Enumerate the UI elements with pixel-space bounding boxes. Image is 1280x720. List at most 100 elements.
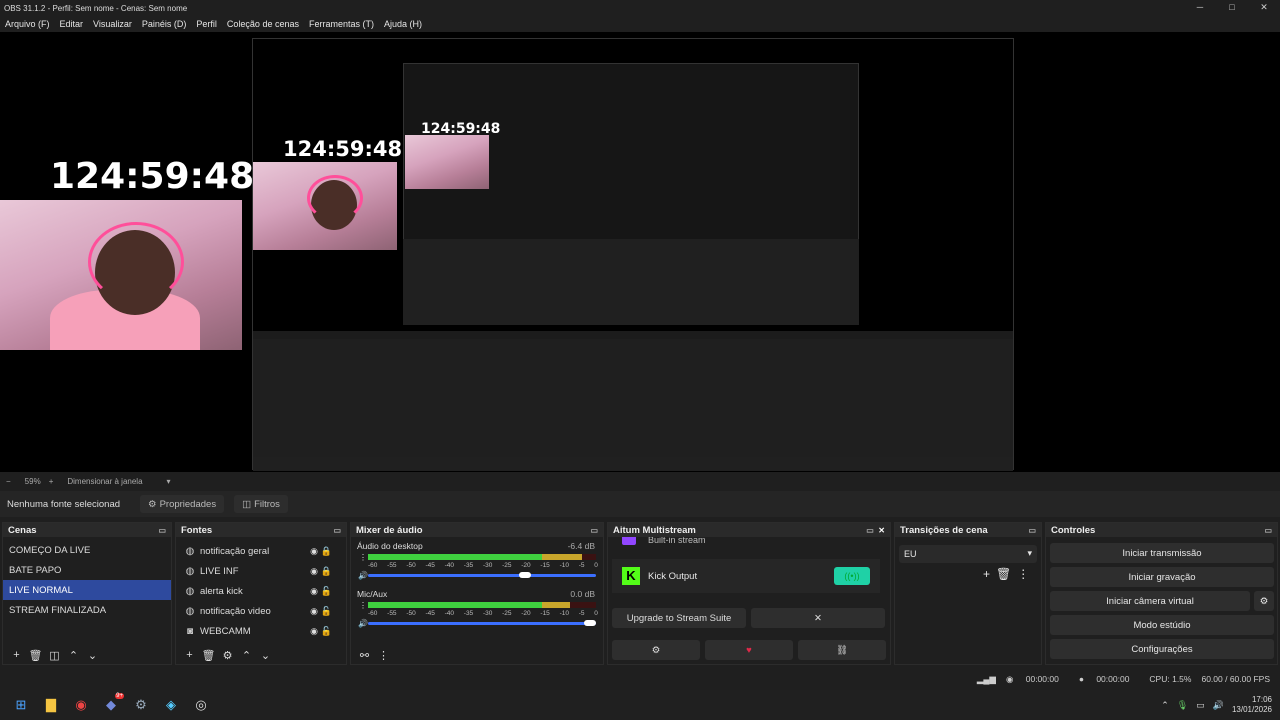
- speaker-icon[interactable]: 🔊: [358, 571, 368, 580]
- settings-button[interactable]: Configurações: [1050, 639, 1274, 659]
- studio-mode-button[interactable]: Modo estúdio: [1050, 615, 1274, 635]
- settings-gear-icon[interactable]: ⚙: [126, 690, 156, 720]
- scene-preview[interactable]: 124:59:48 124:59:48 124:59:48: [0, 32, 1280, 472]
- link-icon[interactable]: ⚯: [355, 649, 374, 662]
- eye-icon[interactable]: ◉: [310, 546, 318, 557]
- add-scene-button[interactable]: +: [7, 649, 26, 662]
- menu-visualizar[interactable]: Visualizar: [93, 19, 132, 29]
- dock-menu-icon[interactable]: ▭: [158, 526, 166, 535]
- volume-slider[interactable]: [368, 574, 596, 577]
- eye-icon[interactable]: ◉: [310, 586, 318, 597]
- speaker-icon[interactable]: 🔊: [358, 619, 368, 628]
- trash-icon[interactable]: 🗑: [199, 649, 218, 662]
- dock-menu-icon[interactable]: ▭: [866, 526, 874, 535]
- unlock-icon[interactable]: 🔓: [321, 626, 332, 637]
- start-recording-button[interactable]: Iniciar gravação: [1050, 567, 1274, 587]
- menu-paineis[interactable]: Painéis (D): [142, 19, 187, 29]
- source-item[interactable]: ◍ LIVE INF ◉ 🔒: [176, 561, 346, 581]
- transition-select[interactable]: EU ▾: [899, 545, 1037, 563]
- steam-icon[interactable]: ◈: [156, 690, 186, 720]
- dock-menu-icon[interactable]: ▭: [1028, 526, 1036, 535]
- volume-knob[interactable]: [584, 620, 596, 626]
- kebab-icon[interactable]: ⋮: [1017, 567, 1029, 581]
- filters-icon[interactable]: ◫: [45, 649, 64, 662]
- discord-icon[interactable]: ◆ 9+: [96, 690, 126, 720]
- monitor-icon[interactable]: ▭: [1196, 700, 1205, 711]
- zoom-in-button[interactable]: +: [49, 477, 54, 486]
- menu-perfil[interactable]: Perfil: [196, 19, 217, 29]
- donate-button[interactable]: ♥: [705, 640, 793, 660]
- kebab-icon[interactable]: ⋮: [359, 553, 367, 562]
- chevron-up-icon[interactable]: ⌃: [1161, 700, 1169, 711]
- source-item[interactable]: ◍ alerta kick ◉ 🔓: [176, 581, 346, 601]
- broadcast-toggle-icon[interactable]: ((•)): [834, 567, 870, 585]
- menu-arquivo[interactable]: Arquivo (F): [5, 19, 50, 29]
- properties-button[interactable]: ⚙ Propriedades: [140, 495, 225, 513]
- eye-icon[interactable]: ◉: [310, 626, 318, 637]
- menu-colecao-cenas[interactable]: Coleção de cenas: [227, 19, 299, 29]
- unlock-icon[interactable]: 🔓: [321, 606, 332, 617]
- settings-button[interactable]: ⚙: [612, 640, 700, 660]
- source-item[interactable]: ◍ notificação video ◉ 🔓: [176, 601, 346, 621]
- close-icon[interactable]: ✕: [878, 526, 885, 535]
- meter-tick: -40: [444, 610, 455, 617]
- menu-ferramentas[interactable]: Ferramentas (T): [309, 19, 374, 29]
- windows-start-icon[interactable]: ⊞: [6, 690, 36, 720]
- start-streaming-button[interactable]: Iniciar transmissão: [1050, 543, 1274, 563]
- chevron-down-icon[interactable]: ▾: [167, 477, 171, 486]
- eye-icon[interactable]: ◉: [310, 606, 318, 617]
- filters-button[interactable]: ◫ Filtros: [234, 495, 288, 513]
- volume-slider[interactable]: [368, 622, 596, 625]
- dock-menu-icon[interactable]: ▭: [590, 526, 598, 535]
- dock-title: Transições de cena: [900, 524, 988, 536]
- kebab-icon[interactable]: ⋮: [359, 601, 367, 610]
- minimize-button[interactable]: ─: [1184, 0, 1216, 16]
- nested-webcam-2: [405, 135, 489, 189]
- record-time: ● 00:00:00: [1078, 674, 1130, 684]
- start-virtual-camera-button[interactable]: Iniciar câmera virtual: [1050, 591, 1250, 611]
- meter-tick: -25: [502, 610, 512, 617]
- mic-icon[interactable]: 🎙: [1177, 700, 1188, 711]
- scene-item[interactable]: BATE PAPO: [3, 560, 171, 580]
- meter-tick: -5: [578, 562, 585, 569]
- close-button[interactable]: ✕: [1248, 0, 1280, 16]
- meter-tick: 0: [594, 562, 598, 569]
- gear-icon[interactable]: ⚙: [218, 649, 237, 662]
- move-up-icon[interactable]: ⌃: [237, 649, 256, 662]
- virtual-camera-settings-button[interactable]: ⚙: [1254, 591, 1274, 611]
- file-explorer-icon[interactable]: ▇: [36, 690, 66, 720]
- volume-icon[interactable]: 🔊: [1213, 700, 1224, 711]
- move-down-icon[interactable]: ⌄: [256, 649, 275, 662]
- mixer-channel-desktop: Áudio do desktop -6.4 dB -60 -55 -50 -45 -40…: [357, 541, 598, 580]
- upgrade-stream-suite-button[interactable]: Upgrade to Stream Suite: [612, 608, 746, 628]
- dock-menu-icon[interactable]: ▭: [333, 526, 341, 535]
- menu-editar[interactable]: Editar: [60, 19, 84, 29]
- dismiss-button[interactable]: ✕: [751, 608, 885, 628]
- add-source-button[interactable]: +: [180, 649, 199, 662]
- volume-knob[interactable]: [519, 572, 532, 578]
- add-transition-button[interactable]: +: [983, 567, 990, 581]
- lock-icon[interactable]: 🔒: [321, 546, 332, 557]
- scene-item[interactable]: COMEÇO DA LIVE: [3, 540, 171, 560]
- move-down-icon[interactable]: ⌄: [83, 649, 102, 662]
- eye-icon[interactable]: ◉: [310, 566, 318, 577]
- trash-icon[interactable]: 🗑: [996, 567, 1011, 581]
- trash-icon[interactable]: 🗑: [26, 649, 45, 662]
- scene-item[interactable]: STREAM FINALIZADA: [3, 600, 171, 620]
- source-item[interactable]: ◙ WEBCAMM ◉ 🔓: [176, 621, 346, 641]
- unlock-icon[interactable]: 🔓: [321, 586, 332, 597]
- obs-icon[interactable]: ◎: [186, 690, 216, 720]
- menu-ajuda[interactable]: Ajuda (H): [384, 19, 422, 29]
- link-button[interactable]: ⛓: [798, 640, 886, 660]
- dock-menu-icon[interactable]: ▭: [1264, 526, 1272, 535]
- zoom-out-button[interactable]: −: [6, 477, 11, 486]
- chrome-icon[interactable]: ◉: [66, 690, 96, 720]
- lock-icon[interactable]: 🔒: [321, 566, 332, 577]
- scene-item-selected[interactable]: LIVE NORMAL: [3, 580, 171, 600]
- source-item[interactable]: ◍ notificação geral ◉ 🔒: [176, 541, 346, 561]
- maximize-button[interactable]: □: [1216, 0, 1248, 16]
- kebab-icon[interactable]: ⋮: [374, 649, 393, 662]
- fit-window-dropdown[interactable]: Dimensionar à janela: [67, 477, 142, 486]
- system-clock[interactable]: 17:06 13/01/2026: [1232, 695, 1272, 715]
- move-up-icon[interactable]: ⌃: [64, 649, 83, 662]
